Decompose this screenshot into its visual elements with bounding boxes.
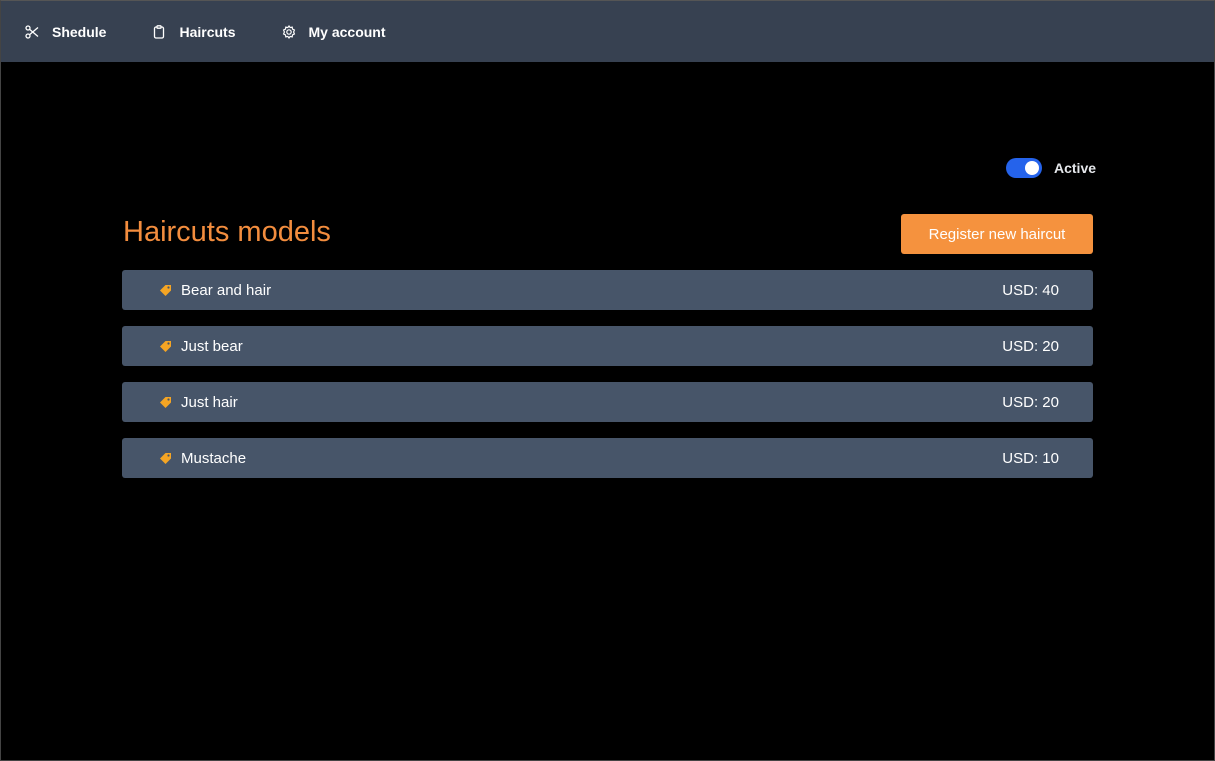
active-toggle-label: Active [1054, 160, 1097, 176]
tag-icon [159, 451, 173, 465]
clipboard-icon [152, 24, 166, 39]
nav-item-label: My account [308, 23, 386, 40]
nav-item-shedule[interactable]: Shedule [25, 24, 106, 40]
haircut-row[interactable]: Bear and hair USD: 40 [122, 270, 1093, 310]
haircut-name: Bear and hair [181, 281, 272, 299]
haircut-name: Just bear [181, 337, 243, 355]
haircut-price: USD: 20 [1002, 393, 1059, 411]
toggle-knob [1025, 161, 1039, 175]
active-toggle-group: Active [1006, 158, 1096, 178]
haircut-price: USD: 10 [1002, 449, 1059, 467]
haircut-row[interactable]: Just bear USD: 20 [122, 326, 1093, 366]
haircut-row[interactable]: Just hair USD: 20 [122, 382, 1093, 422]
haircut-price: USD: 40 [1002, 281, 1059, 299]
tag-icon [159, 283, 173, 297]
tag-icon [159, 395, 173, 409]
haircut-price: USD: 20 [1002, 337, 1059, 355]
active-toggle[interactable] [1006, 158, 1042, 178]
nav-item-haircuts[interactable]: Haircuts [152, 23, 236, 40]
haircut-name: Just hair [181, 393, 238, 411]
register-haircut-button[interactable]: Register new haircut [901, 214, 1093, 254]
haircut-row[interactable]: Mustache USD: 10 [122, 438, 1093, 478]
scissors-icon [25, 24, 39, 39]
tag-icon [159, 339, 173, 353]
nav-item-label: Shedule [52, 23, 107, 40]
top-navbar: Shedule Haircuts My account [1, 1, 1214, 62]
haircuts-list: Bear and hair USD: 40 Just bear USD: 20 … [122, 270, 1093, 494]
gear-icon [282, 24, 296, 39]
nav-item-label: Haircuts [179, 23, 236, 40]
nav-item-my-account[interactable]: My account [282, 24, 386, 40]
haircut-name: Mustache [181, 449, 247, 467]
page-title: Haircuts models [123, 216, 331, 248]
